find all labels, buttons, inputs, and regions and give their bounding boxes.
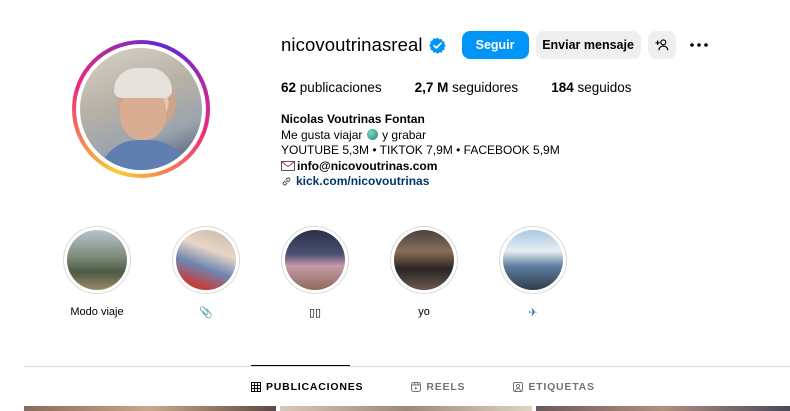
posts-label: publicaciones (299, 80, 382, 95)
highlight-cover (503, 230, 563, 290)
link-icon (282, 177, 291, 186)
tab-tagged[interactable]: ETIQUETAS (513, 381, 595, 393)
tab-tagged-label: ETIQUETAS (528, 381, 595, 393)
profile-avatar-ring[interactable] (72, 40, 210, 178)
bio-email-line: info@nicovoutrinas.com (281, 159, 560, 175)
following-stat[interactable]: 184 seguidos (551, 80, 631, 95)
tab-reels-label: REELS (426, 381, 466, 393)
story-highlights: Modo viaje 📎 ▯▯ yo ✈ (58, 226, 603, 320)
email-text: info@nicovoutrinas.com (297, 158, 438, 173)
username: nicovoutrinasreal (281, 34, 423, 55)
globe-emoji-icon (366, 128, 378, 140)
highlight-ring (390, 226, 458, 294)
highlight-label: ▯▯ (308, 307, 322, 319)
highlight-ring (281, 226, 349, 294)
highlight-ring (499, 226, 567, 294)
send-message-button[interactable]: Enviar mensaje (535, 31, 641, 59)
avatar-shirt (98, 140, 190, 170)
grid-icon (251, 382, 261, 392)
posts-stat: 62 publicaciones (281, 80, 382, 95)
bio-line-1: Me gusta viajar y grabar (281, 128, 560, 144)
post-thumbnail[interactable] (280, 406, 532, 411)
tabs-divider (24, 366, 790, 367)
link-text: kick.com/nicovoutrinas (296, 174, 430, 188)
highlight-item[interactable]: ✈ (494, 226, 572, 320)
tab-reels[interactable]: REELS (411, 381, 465, 393)
followers-stat[interactable]: 2,7 M seguidores (415, 80, 519, 95)
bio-line-1-after: y grabar (382, 127, 427, 142)
suggested-users-button[interactable] (647, 31, 676, 59)
highlight-item[interactable]: 📎 (167, 226, 245, 320)
following-label: seguidos (577, 80, 632, 95)
follow-button[interactable]: Seguir (461, 31, 529, 59)
tab-posts[interactable]: PUBLICACIONES (251, 381, 363, 393)
highlight-cover (176, 230, 236, 290)
highlight-cover (394, 230, 454, 290)
mail-icon (281, 161, 295, 172)
bio-line-1-before: Me gusta viajar (281, 127, 363, 142)
bio-line-2: YOUTUBE 5,3M • TIKTOK 7,9M • FACEBOOK 5,… (281, 143, 560, 157)
highlight-label: 📎 (199, 307, 213, 319)
highlight-item[interactable]: yo (385, 226, 463, 320)
avatar (80, 48, 202, 170)
followers-count: 2,7 M (414, 80, 449, 95)
highlight-item[interactable]: Modo viaje (58, 226, 136, 320)
tab-posts-label: PUBLICACIONES (266, 381, 364, 393)
highlight-cover (67, 230, 127, 290)
profile-header: nicovoutrinasreal Seguir Enviar mensaje (281, 30, 710, 60)
highlight-label: ✈ (528, 307, 538, 319)
avatar-hair (114, 68, 172, 98)
more-options-button[interactable] (688, 31, 710, 59)
profile-tabs: PUBLICACIONES REELS ETIQUETAS (251, 381, 643, 393)
highlight-cover (285, 230, 345, 290)
full-name: Nicolas Voutrinas Fontan (281, 112, 425, 126)
highlight-ring (172, 226, 240, 294)
tagged-icon (513, 382, 524, 392)
post-thumbnail[interactable] (24, 406, 276, 411)
active-tab-indicator (251, 365, 350, 366)
verified-badge-icon (428, 37, 446, 54)
profile-bio: Nicolas Voutrinas Fontan Me gusta viajar… (281, 112, 560, 190)
more-icon (689, 43, 708, 47)
highlight-ring (63, 226, 131, 294)
following-count: 184 (551, 80, 574, 95)
post-thumbnail[interactable] (536, 406, 790, 411)
highlight-label: yo (418, 306, 430, 318)
profile-stats: 62 publicaciones 2,7 M seguidores 184 se… (281, 80, 665, 95)
external-link[interactable]: kick.com/nicovoutrinas (281, 174, 560, 190)
avatar-gap (76, 44, 206, 174)
reels-icon (411, 382, 422, 392)
add-user-icon (655, 39, 668, 51)
posts-count: 62 (281, 80, 297, 95)
followers-label: seguidores (452, 80, 519, 95)
highlight-label: Modo viaje (70, 306, 124, 318)
highlight-item[interactable]: ▯▯ (276, 226, 354, 320)
